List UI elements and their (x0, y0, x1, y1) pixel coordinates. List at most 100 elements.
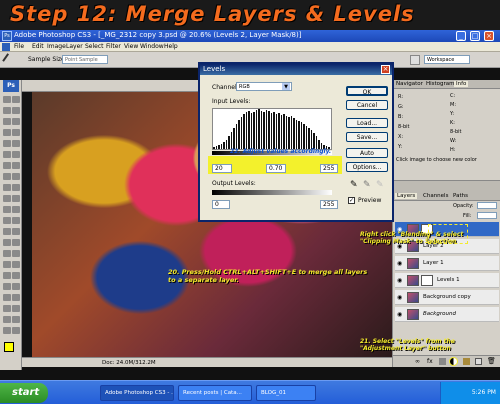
eyedropper-tool-icon[interactable] (2, 53, 15, 66)
tool-button[interactable] (3, 316, 11, 323)
tool-button[interactable] (12, 118, 20, 125)
tool-button[interactable] (12, 283, 20, 290)
eye-icon[interactable]: ◉ (397, 294, 402, 301)
input-gamma-field[interactable]: 0.70 (266, 164, 286, 173)
tool-button[interactable] (3, 107, 11, 114)
input-white-field[interactable]: 255 (320, 164, 338, 173)
tool-button[interactable] (12, 294, 20, 301)
layer-row[interactable]: ◉ Background (395, 307, 499, 322)
tool-button[interactable] (12, 173, 20, 180)
tool-button[interactable] (12, 305, 20, 312)
layer-row[interactable]: ◉ Layer 1 (395, 256, 499, 271)
tool-button[interactable] (12, 272, 20, 279)
white-eyedropper-icon[interactable]: ✎ (376, 180, 384, 190)
tool-button[interactable] (3, 228, 11, 235)
layer-row[interactable]: ◉ Background copy (395, 290, 499, 305)
tool-button[interactable] (3, 118, 11, 125)
menu-edit[interactable]: Edit (32, 43, 44, 50)
tool-button[interactable] (12, 129, 20, 136)
tool-button[interactable] (3, 184, 11, 191)
tool-button[interactable] (12, 151, 20, 158)
tool-button[interactable] (12, 195, 20, 202)
adjustment-layer-icon[interactable] (449, 357, 458, 366)
auto-button[interactable]: Auto (346, 148, 388, 158)
trash-icon[interactable]: 🗑 (487, 357, 496, 365)
tool-button[interactable] (3, 250, 11, 257)
tool-button[interactable] (3, 173, 11, 180)
menu-file[interactable]: File (14, 43, 24, 50)
tool-button[interactable] (3, 283, 11, 290)
task-recent-posts[interactable]: Recent posts | Cata... (178, 385, 252, 401)
workspace-menu[interactable]: Workspace (424, 55, 470, 64)
tab-paths[interactable]: Paths (451, 193, 470, 199)
menu-layer[interactable]: Layer (66, 43, 83, 50)
close-icon[interactable]: × (381, 65, 390, 74)
black-eyedropper-icon[interactable]: ✎ (350, 180, 358, 190)
tool-button[interactable] (12, 250, 20, 257)
preview-checkbox[interactable]: ✓ (348, 197, 355, 204)
tool-button[interactable] (3, 305, 11, 312)
eye-icon[interactable]: ◉ (397, 260, 402, 267)
ok-button[interactable]: OK (346, 86, 388, 96)
eye-icon[interactable]: ◉ (397, 277, 402, 284)
eye-icon[interactable]: ◉ (397, 311, 402, 318)
minimize-button[interactable]: _ (456, 31, 466, 41)
fill-field[interactable] (477, 212, 497, 219)
tool-button[interactable] (3, 151, 11, 158)
tab-layers[interactable]: Layers (395, 193, 418, 199)
sample-size-select[interactable]: Point Sample (62, 55, 108, 64)
menu-filter[interactable]: Filter (106, 43, 121, 50)
tool-button[interactable] (3, 96, 11, 103)
start-button[interactable]: start (0, 383, 48, 403)
tool-button[interactable] (12, 217, 20, 224)
new-layer-icon[interactable] (475, 358, 482, 365)
cancel-button[interactable]: Cancel (346, 100, 388, 110)
tool-button[interactable] (12, 96, 20, 103)
output-white-field[interactable]: 255 (320, 200, 338, 209)
go-to-bridge-icon[interactable] (410, 55, 420, 65)
tool-button[interactable] (3, 272, 11, 279)
task-blog[interactable]: BLOG_01 (256, 385, 316, 401)
close-window-button[interactable]: × (484, 31, 494, 41)
tool-button[interactable] (12, 228, 20, 235)
tab-navigator[interactable]: Navigator (394, 81, 425, 87)
tool-button[interactable] (12, 162, 20, 169)
tool-button[interactable] (3, 294, 11, 301)
options-button[interactable]: Options... (346, 162, 388, 172)
link-layers-icon[interactable]: ∞ (415, 358, 420, 365)
tool-button[interactable] (3, 217, 11, 224)
tool-button[interactable] (12, 239, 20, 246)
new-group-icon[interactable] (463, 358, 470, 365)
load-button[interactable]: Load... (346, 118, 388, 128)
foreground-color-swatch[interactable] (4, 342, 14, 352)
menu-select[interactable]: Select (85, 43, 104, 50)
tool-button[interactable] (12, 316, 20, 323)
tool-button[interactable] (3, 239, 11, 246)
save-button[interactable]: Save... (346, 132, 388, 142)
tool-button[interactable] (12, 184, 20, 191)
menu-help[interactable]: Help (164, 43, 178, 50)
output-black-field[interactable]: 0 (212, 200, 230, 209)
tool-button[interactable] (12, 327, 20, 334)
tool-button[interactable] (12, 140, 20, 147)
tool-button[interactable] (3, 162, 11, 169)
tool-button[interactable] (3, 206, 11, 213)
add-mask-icon[interactable] (439, 358, 446, 365)
task-photoshop[interactable]: Adobe Photoshop CS3 - ... (100, 385, 174, 401)
tool-button[interactable] (3, 140, 11, 147)
tool-button[interactable] (3, 327, 11, 334)
tool-button[interactable] (12, 206, 20, 213)
input-black-field[interactable]: 20 (212, 164, 232, 173)
menu-window[interactable]: Window (140, 43, 164, 50)
tool-button[interactable] (12, 261, 20, 268)
tab-channels[interactable]: Channels (421, 193, 450, 199)
tab-info[interactable]: Info (454, 81, 469, 87)
tab-histogram[interactable]: Histogram (424, 81, 457, 87)
tool-button[interactable] (12, 107, 20, 114)
layer-row[interactable]: ◉ Levels 1 (395, 273, 499, 288)
tool-button[interactable] (3, 129, 11, 136)
tool-button[interactable] (3, 195, 11, 202)
opacity-field[interactable] (477, 202, 497, 209)
gray-eyedropper-icon[interactable]: ✎ (363, 180, 371, 190)
maximize-button[interactable]: □ (470, 31, 480, 41)
